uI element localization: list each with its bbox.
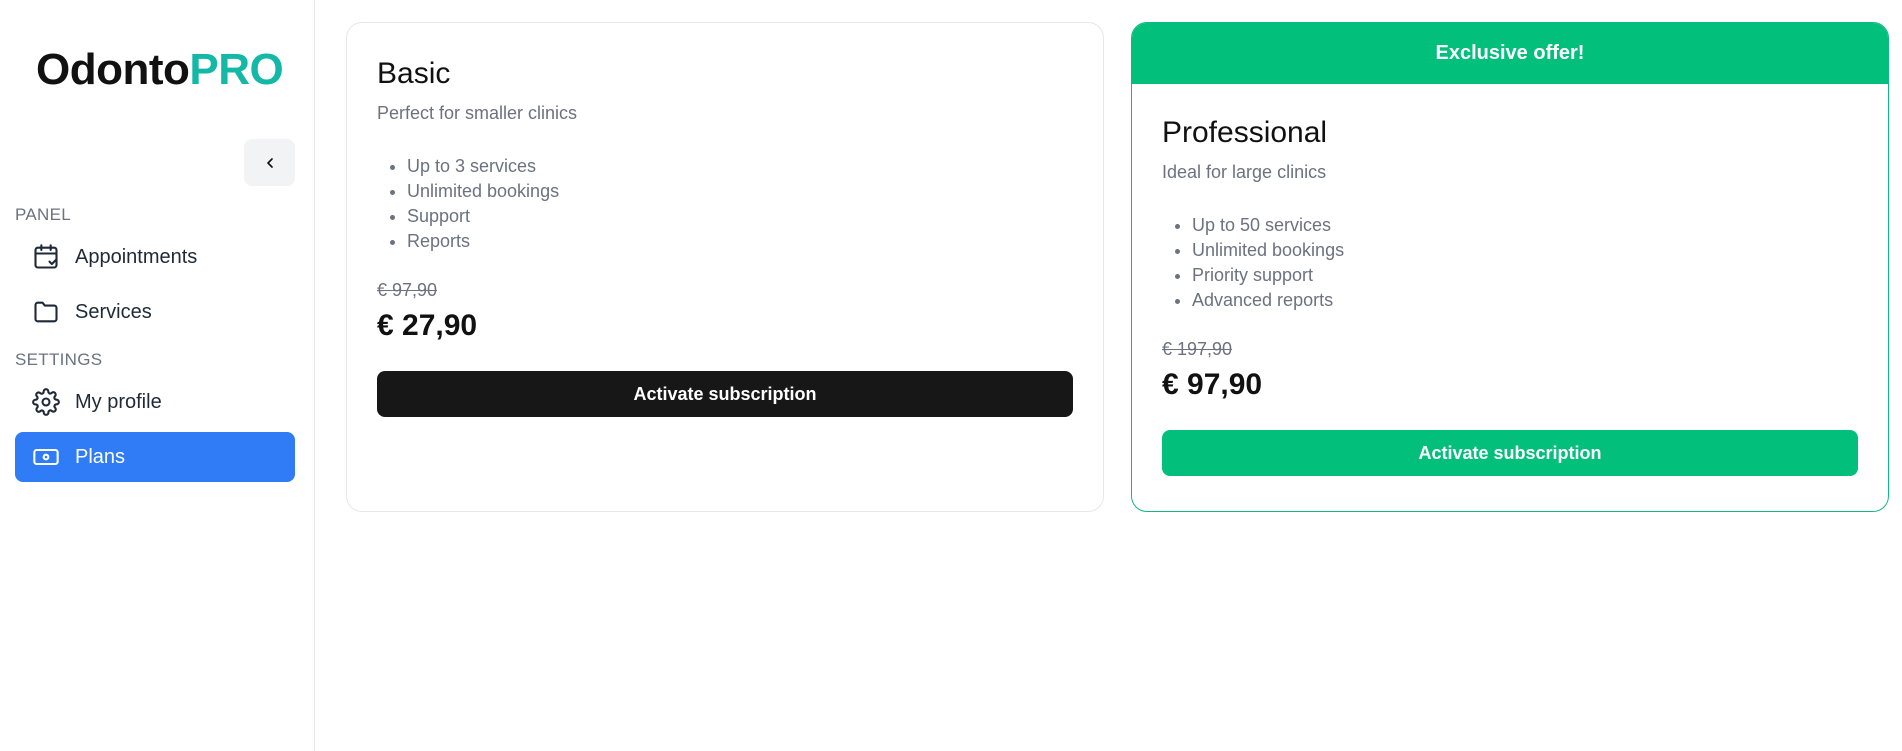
calendar-check-icon bbox=[31, 242, 61, 272]
plan-card-professional: Exclusive offer! Professional Ideal for … bbox=[1131, 22, 1889, 512]
feature-item: Unlimited bookings bbox=[407, 179, 1073, 204]
plan-description: Perfect for smaller clinics bbox=[377, 103, 578, 123]
app-logo: OdontoPRO bbox=[36, 44, 284, 96]
activate-subscription-button[interactable]: Activate subscription bbox=[1162, 430, 1858, 476]
sidebar-item-plans[interactable]: Plans bbox=[15, 432, 295, 482]
sidebar-item-label: My profile bbox=[75, 390, 162, 413]
plan-card-basic: Basic Perfect for smaller clinics Up to … bbox=[346, 22, 1104, 512]
banknote-icon bbox=[31, 442, 61, 472]
feature-item: Priority support bbox=[1192, 263, 1858, 288]
sidebar: OdontoPRO PANEL Appointments Services SE… bbox=[0, 0, 315, 751]
old-price: € 197,90 bbox=[1162, 339, 1233, 359]
feature-item: Up to 50 services bbox=[1192, 213, 1858, 238]
sidebar-item-label: Services bbox=[75, 300, 152, 323]
chevron-left-icon bbox=[266, 157, 273, 168]
plan-name: Basic bbox=[377, 57, 451, 90]
logo-text-odonto: Odonto bbox=[36, 45, 190, 94]
section-title-settings: SETTINGS bbox=[15, 350, 103, 369]
sidebar-item-appointments[interactable]: Appointments bbox=[15, 232, 295, 282]
feature-item: Unlimited bookings bbox=[1192, 238, 1858, 263]
section-title-panel: PANEL bbox=[15, 205, 71, 224]
activate-subscription-button[interactable]: Activate subscription bbox=[377, 371, 1073, 417]
plan-name: Professional bbox=[1162, 116, 1328, 149]
current-price: € 27,90 bbox=[377, 309, 478, 342]
feature-list: Up to 3 services Unlimited bookings Supp… bbox=[377, 154, 1073, 254]
gear-icon bbox=[31, 387, 61, 417]
feature-item: Up to 3 services bbox=[407, 154, 1073, 179]
logo-text-pro: PRO bbox=[189, 45, 284, 94]
feature-item: Advanced reports bbox=[1192, 288, 1858, 313]
feature-item: Support bbox=[407, 204, 1073, 229]
folder-icon bbox=[31, 297, 61, 327]
current-price: € 97,90 bbox=[1162, 368, 1263, 401]
collapse-sidebar-button[interactable] bbox=[244, 139, 295, 186]
exclusive-offer-banner: Exclusive offer! bbox=[1132, 23, 1888, 84]
sidebar-item-label: Plans bbox=[75, 445, 126, 468]
sidebar-item-services[interactable]: Services bbox=[15, 287, 295, 337]
sidebar-item-my-profile[interactable]: My profile bbox=[15, 377, 295, 427]
feature-list: Up to 50 services Unlimited bookings Pri… bbox=[1162, 213, 1858, 313]
plan-description: Ideal for large clinics bbox=[1162, 162, 1327, 182]
feature-item: Reports bbox=[407, 229, 1073, 254]
sidebar-item-label: Appointments bbox=[75, 245, 198, 268]
old-price: € 97,90 bbox=[377, 280, 438, 300]
